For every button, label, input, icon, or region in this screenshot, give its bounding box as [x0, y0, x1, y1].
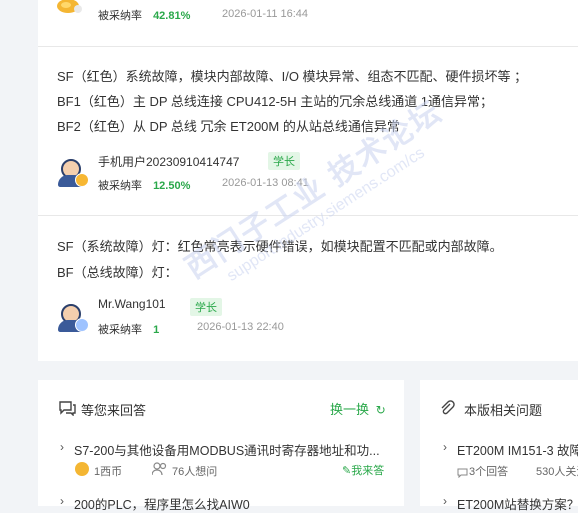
adopt-rate-value: 12.50% — [153, 180, 191, 192]
chat-bubble-icon — [58, 400, 76, 421]
answer-1-meta: 被采纳率 42.81% — [98, 7, 190, 23]
answer-3-meta: 被采纳率 1 — [98, 321, 159, 337]
waiting-question-1[interactable]: S7-200与其他设备用MODBUS通讯时寄存器地址和功... — [74, 440, 380, 459]
answer-action[interactable]: ✎我来答 — [342, 462, 384, 478]
answer-3-date: 2026-01-13 22:40 — [197, 321, 284, 333]
answer-2-line-1: SF（红色）系统故障，模块内部故障、I/O 模块异常、组态不匹配、硬件损坏等 ； — [57, 69, 528, 84]
adopt-rate-label: 被采纳率 — [98, 180, 142, 192]
waiting-card-title: 等您来回答 — [81, 403, 147, 418]
related-question-2[interactable]: ET200M站替换方案？ — [457, 494, 578, 513]
avatar[interactable] — [57, 157, 89, 187]
adopt-rate-label: 被采纳率 — [98, 324, 142, 336]
avatar[interactable] — [57, 302, 89, 332]
adopt-rate-label: 被采纳率 — [98, 10, 142, 22]
answer-2-meta: 被采纳率 12.50% — [98, 177, 190, 193]
refresh-button[interactable]: 换一换 ↻ — [330, 399, 386, 418]
divider — [38, 46, 578, 47]
answer-3-line-1: SF（系统故障）灯：红色常亮表示硬件错误，如模块配置不匹配或内部故障。 — [57, 239, 503, 254]
pencil-icon: ✎ — [342, 465, 352, 477]
answer-3-username[interactable]: Mr.Wang101 — [98, 297, 166, 311]
waiting-question-2[interactable]: 200的PLC，程序里怎么找AIW0 — [74, 494, 250, 513]
paperclip-icon — [439, 400, 455, 421]
comment-icon — [457, 465, 468, 483]
answer-2-date: 2026-01-13 08:41 — [222, 177, 309, 189]
answer-3-badge: 学长 — [190, 298, 222, 316]
answer-2-username[interactable]: 手机用户20230910414747 — [98, 153, 239, 170]
answer-2-line-2: BF1（红色）主 DP 总线连接 CPU412-5H 主站的冗余总线通道 1通信… — [57, 94, 494, 109]
coin-reward: 1西币 — [94, 466, 123, 478]
related-answer-count: 3个回答 — [469, 466, 509, 478]
people-icon — [151, 462, 168, 481]
medal-icon — [56, 0, 82, 14]
answer-3-line-2: BF（总线故障）灯： — [57, 265, 178, 280]
chevron-right-icon: › — [60, 440, 64, 454]
answer-action-label: 我来答 — [351, 465, 385, 477]
answer-2-badge: 学长 — [268, 152, 300, 170]
related-question-1[interactable]: ET200M IM151-3 故障 — [457, 440, 578, 459]
adopt-rate-value: 1 — [153, 324, 160, 336]
refresh-label: 换一换 — [330, 402, 370, 417]
related-card-title: 本版相关问题 — [464, 403, 543, 418]
answer-2-line-3: BF2（红色）从 DP 总线 冗余 ET200M 的从站总线通信异常 — [57, 119, 400, 134]
refresh-icon: ↻ — [375, 403, 386, 417]
answer-1-date: 2026-01-11 16:44 — [222, 8, 309, 20]
adopt-rate-value: 42.81% — [153, 10, 191, 22]
related-follow-count: 530人关注 — [536, 466, 578, 478]
coin-icon — [75, 462, 89, 476]
want-to-ask-count: 76人想问 — [172, 466, 218, 478]
divider — [38, 215, 578, 216]
chevron-right-icon: › — [443, 440, 447, 454]
